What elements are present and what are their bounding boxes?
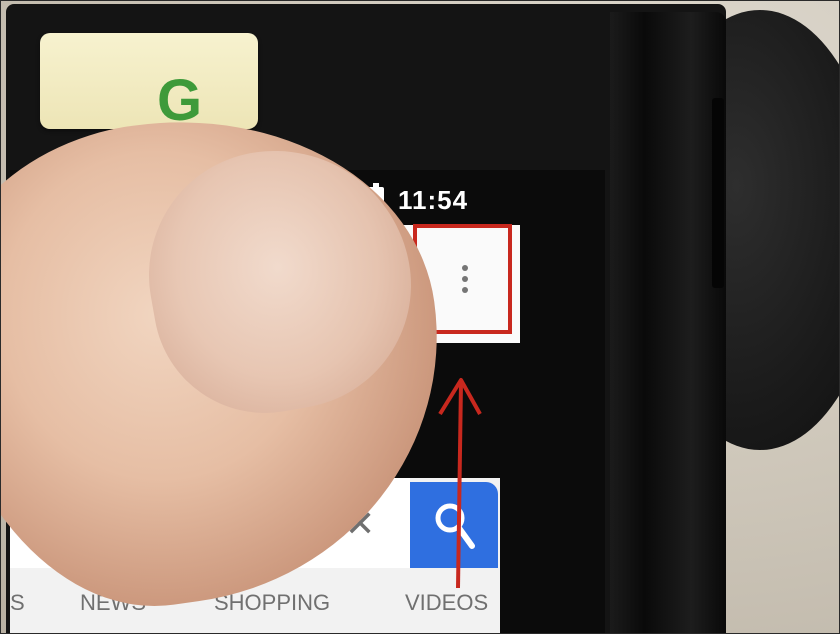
photo-background: 11:54 psolutions ✕ S NEWS SHOPPING VIDEO… (0, 0, 840, 634)
logo-sticker: G (40, 33, 258, 133)
